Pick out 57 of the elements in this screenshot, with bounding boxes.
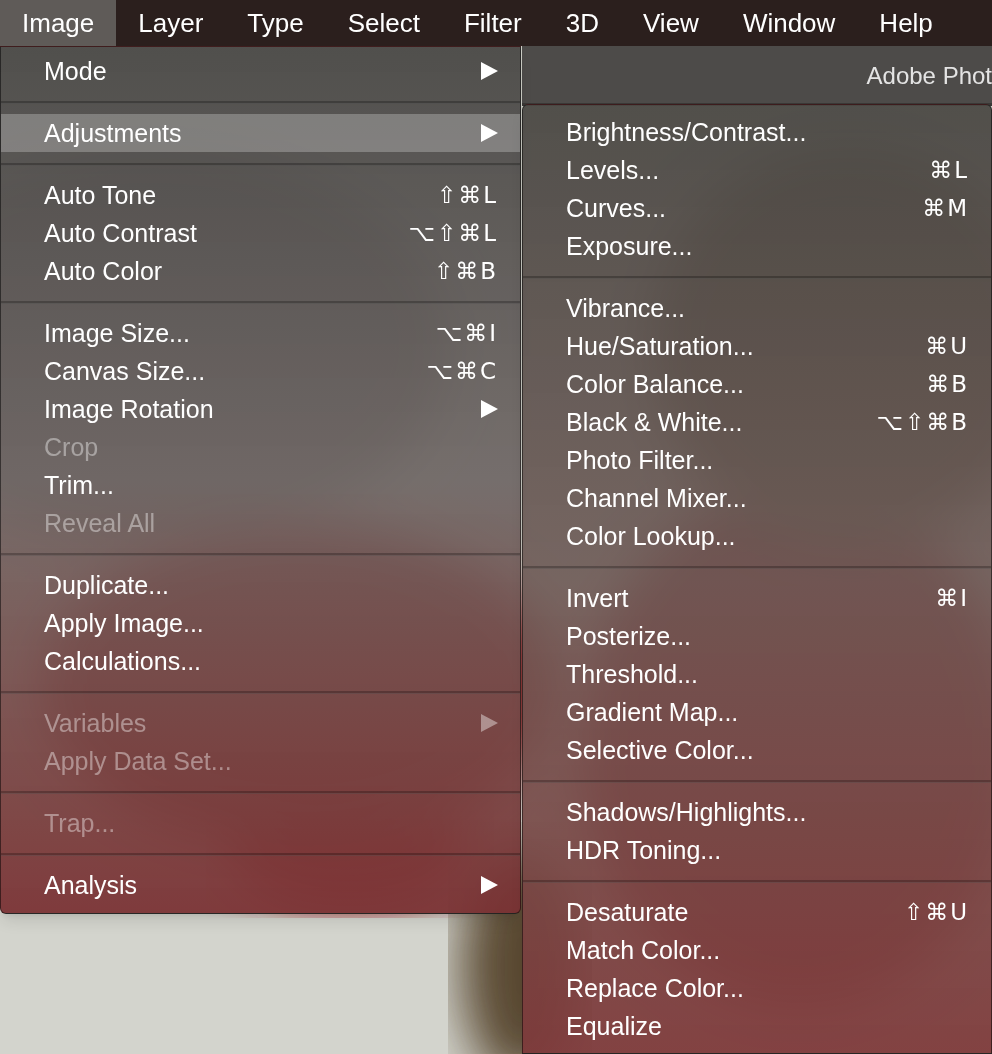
menu-item[interactable]: HDR Toning... <box>523 831 991 869</box>
menu-bar-item[interactable]: Filter <box>441 0 544 46</box>
menu-bar-item[interactable]: 3D <box>543 0 621 46</box>
menu-item[interactable]: Calculations... <box>1 642 520 680</box>
menu-item[interactable]: Selective Color... <box>523 731 991 769</box>
menu-item[interactable]: Canvas Size... ⌥⌘C <box>1 352 520 390</box>
menu-item[interactable]: Analysis <box>1 866 520 904</box>
menu-item[interactable]: Mode <box>1 52 520 90</box>
menu-bar-item[interactable]: Image <box>0 0 117 46</box>
shortcut-label: ⇧⌘L <box>436 183 498 207</box>
menu-item[interactable]: Image Rotation <box>1 390 520 428</box>
menu-item[interactable]: Hue/Saturation... ⌘U <box>523 327 991 365</box>
menu-item[interactable]: Channel Mixer... <box>523 479 991 517</box>
menu-item[interactable]: Replace Color... <box>523 969 991 1007</box>
shortcut-label: ⌘L <box>929 158 969 182</box>
shortcut-label: ⌘I <box>935 586 969 610</box>
menu-bar-item[interactable]: Layer <box>116 0 226 46</box>
menu-item[interactable]: Gradient Map... <box>523 693 991 731</box>
menu-item[interactable]: Auto Contrast ⌥⇧⌘L <box>1 214 520 252</box>
shortcut-label: ⇧⌘U <box>903 900 969 924</box>
menu-item[interactable]: Apply Image... <box>1 604 520 642</box>
menu-item[interactable]: Threshold... <box>523 655 991 693</box>
menu-item[interactable]: Auto Color ⇧⌘B <box>1 252 520 290</box>
shortcut-label: ⌘B <box>926 372 969 396</box>
shortcut-label: ⌘U <box>925 334 969 358</box>
menu-bar-item[interactable]: Window <box>720 0 858 46</box>
menu-item[interactable]: Color Lookup... <box>523 517 991 555</box>
menu-item[interactable]: Shadows/Highlights... <box>523 793 991 831</box>
menu-item[interactable]: Desaturate ⇧⌘U <box>523 893 991 931</box>
menu-item[interactable]: Photo Filter... <box>523 441 991 479</box>
menu-item[interactable]: Match Color... <box>523 931 991 969</box>
menu-item[interactable]: Invert ⌘I <box>523 579 991 617</box>
menu-item[interactable]: Black & White... ⌥⇧⌘B <box>523 403 991 441</box>
shortcut-label: ⇧⌘B <box>433 259 498 283</box>
menu-item[interactable]: Color Balance... ⌘B <box>523 365 991 403</box>
shortcut-label: ⌥⌘C <box>426 359 498 383</box>
menu-item[interactable]: Levels... ⌘L <box>523 151 991 189</box>
menu-item[interactable]: Auto Tone ⇧⌘L <box>1 176 520 214</box>
menu-bar-item[interactable]: Select <box>325 0 442 46</box>
shortcut-label: ⌥⌘I <box>435 321 498 345</box>
menu-item[interactable]: Posterize... <box>523 617 991 655</box>
menu-bar-item[interactable]: View <box>621 0 721 46</box>
menu-bar-item[interactable]: Type <box>225 0 326 46</box>
shortcut-label: ⌥⇧⌘B <box>876 410 969 434</box>
menu-item[interactable]: Duplicate... <box>1 566 520 604</box>
menu-item[interactable]: Image Size... ⌥⌘I <box>1 314 520 352</box>
menu-item[interactable]: Trim... <box>1 466 520 504</box>
window-title: Adobe Phot <box>865 61 992 91</box>
menu-bar-item[interactable]: Help <box>857 0 955 46</box>
menu-item[interactable]: Adjustments <box>1 114 520 152</box>
menu-item[interactable]: Exposure... <box>523 227 991 265</box>
shortcut-label: ⌥⇧⌘L <box>408 221 498 245</box>
menu-item[interactable]: Brightness/Contrast... <box>523 113 991 151</box>
shortcut-label: ⌘M <box>922 196 969 220</box>
menu-item[interactable]: Curves... ⌘M <box>523 189 991 227</box>
menu-item[interactable]: Equalize <box>523 1007 991 1045</box>
menu-item[interactable]: Vibrance... <box>523 289 991 327</box>
